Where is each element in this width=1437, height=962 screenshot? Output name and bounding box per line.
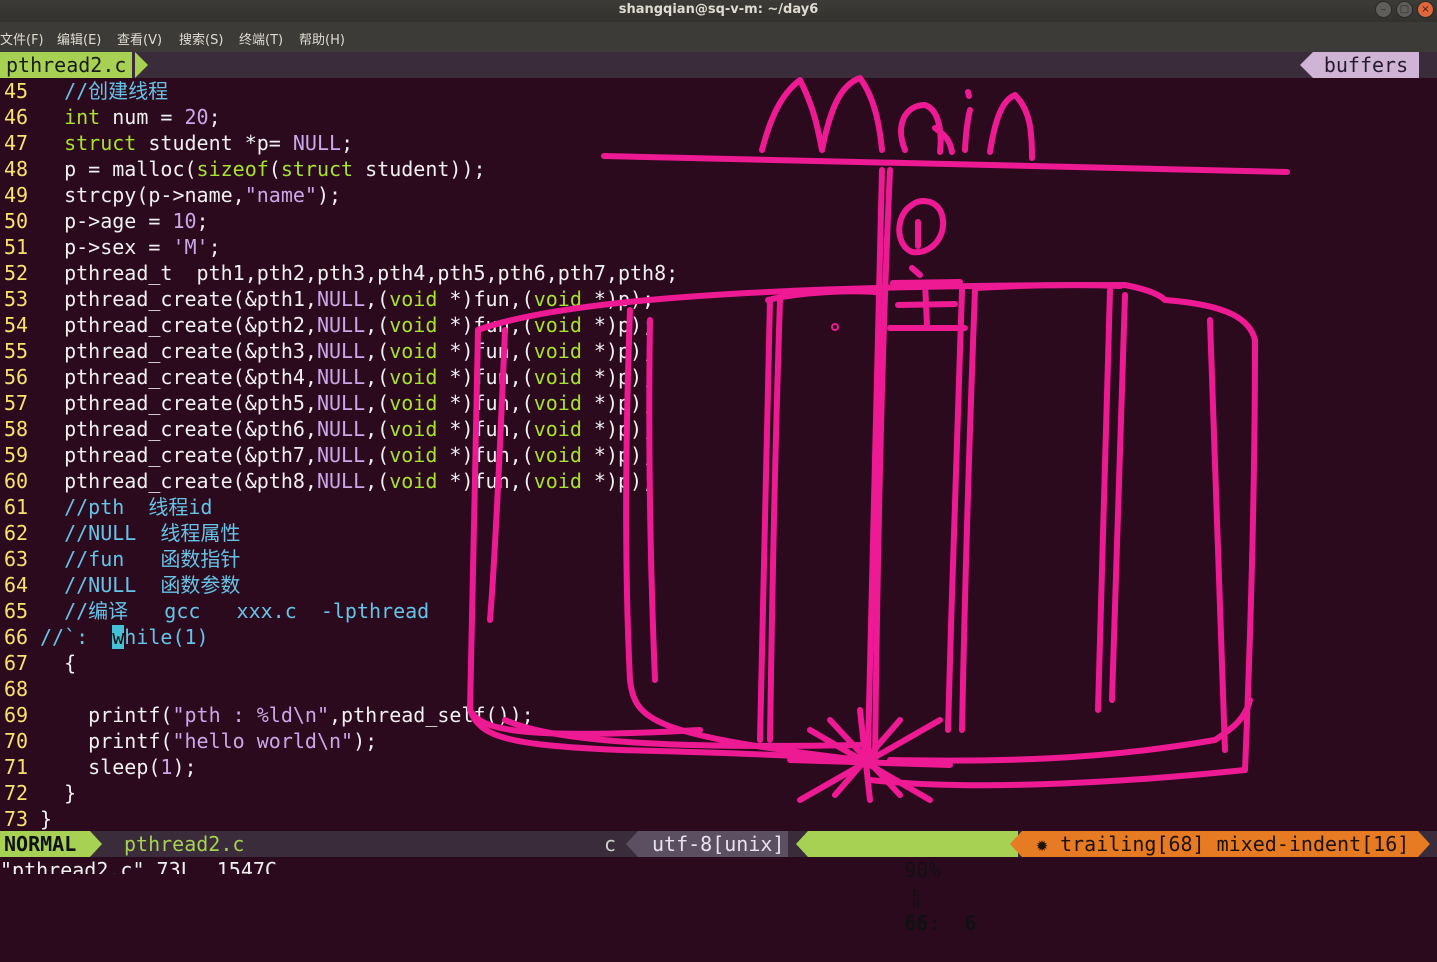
line-number: 63 [4,547,29,571]
code-text: pthread_create(&pth6,NULL,(void *)fun,(v… [40,417,655,441]
separator-arrow-icon [1418,831,1430,857]
line-number: 47 [4,131,29,155]
line-number: 66 [4,625,29,649]
line-number: 72 [4,781,29,805]
line-number: 70 [4,729,29,753]
menu-help[interactable]: 帮助(H) [299,29,345,48]
code-text: pthread_create(&pth4,NULL,(void *)fun,(v… [40,365,655,389]
code-text: //编译 gcc xxx.c -lpthread [64,599,430,623]
line-number: 46 [4,105,29,129]
code-text: //NULL 函数参数 [64,573,241,597]
minimize-icon[interactable]: – [1375,1,1392,18]
line-number: 67 [4,651,29,675]
line-number: 53 [4,287,29,311]
close-icon[interactable]: × [1417,1,1434,18]
line-number: 49 [4,183,29,207]
code-text: printf("pth : %ld\n",pthread_self()); [40,703,534,727]
line-number: 69 [4,703,29,727]
line-number: 52 [4,261,29,285]
code-text: //fun 函数指针 [64,547,241,571]
line-number: 59 [4,443,29,467]
line-number: 64 [4,573,29,597]
line-number: 54 [4,313,29,337]
line-number: 58 [4,417,29,441]
code-text: //创建线程 [64,79,169,103]
mode-indicator: NORMAL [0,831,90,857]
code-text: pthread_create(&pth2,NULL,(void *)fun,(v… [40,313,655,337]
buffer-tab-active[interactable]: pthread2.c [0,52,133,78]
buffer-line: pthread2.c buffers [0,52,1437,78]
status-line-col: 66: 6 [904,910,977,935]
line-number: 73 [4,807,29,831]
status-position: 90% ŁN 66: 6 [808,831,1018,935]
separator-arrow-icon [796,831,808,857]
line-number: 65 [4,599,29,623]
separator-arrow-icon [1010,831,1022,857]
line-number: 45 [4,79,29,103]
code-text: //pth 线程id [64,495,213,519]
status-encoding: utf-8[unix] [638,831,788,857]
line-number: 56 [4,365,29,389]
code-text: pthread_create(&pth1,NULL,(void *)fun,(v… [40,287,655,311]
buffers-label: buffers [1313,52,1419,78]
code-text: int num = 20; [64,105,221,129]
code-text: pthread_t pth1,pth2,pth3,pth4,pth5,pth6,… [40,261,679,285]
line-number: 55 [4,339,29,363]
line-number: 68 [4,677,29,701]
menu-file[interactable]: 文件(F) [0,29,44,48]
code-text: { [40,651,77,675]
line-number: 71 [4,755,29,779]
line-number: 50 [4,209,29,233]
code-text: pthread_create(&pth7,NULL,(void *)fun,(v… [40,443,655,467]
window-title: shangqian@sq-v-m: ~/day6 [618,2,819,17]
status-filename: pthread2.c [124,832,245,856]
code-text: } [40,781,77,805]
code-text: pthread_create(&pth8,NULL,(void *)fun,(v… [40,469,655,493]
separator-arrow-icon [135,52,148,78]
separator-arrow-icon [1300,52,1313,78]
line-number: 57 [4,391,29,415]
menu-search[interactable]: 搜索(S) [179,29,223,48]
text-cursor: w [112,625,125,649]
menu-bar: 文件(F) 编辑(E) 查看(V) 搜索(S) 终端(T) 帮助(H) [0,22,1437,52]
menu-view[interactable]: 查看(V) [117,29,162,48]
window-titlebar: shangqian@sq-v-m: ~/day6 – □ × [0,0,1437,22]
code-text: printf("hello world\n"); [40,729,378,753]
code-text: p->age = 10; [40,209,209,233]
line-number: 62 [4,521,29,545]
line-number: 61 [4,495,29,519]
code-text: p->sex = 'M'; [40,235,221,259]
menu-edit[interactable]: 编辑(E) [57,29,101,48]
code-text: p = malloc(sizeof(struct student)); [40,157,486,181]
line-number: 60 [4,469,29,493]
separator-arrow-icon [90,831,102,857]
code-text: //NULL 线程属性 [64,521,241,545]
maximize-icon[interactable]: □ [1396,1,1413,18]
code-text: pthread_create(&pth3,NULL,(void *)fun,(v… [40,339,655,363]
command-line[interactable]: "pthread2.c" 73L, 1547C [0,857,277,874]
line-number: 51 [4,235,29,259]
code-text: struct student *p= NULL; [64,131,354,155]
terminal-area[interactable]: pthread2.c buffers 45 //创建线程 46 int num =… [0,52,1437,935]
code-text: sleep(1); [40,755,197,779]
code-text: } [40,807,53,831]
separator-arrow-icon [626,831,638,857]
line-number: 48 [4,157,29,181]
line-number-icon: ŁN [912,884,920,911]
code-text: //`: while(1) [40,625,209,649]
status-filetype: c [604,832,617,856]
menu-terminal[interactable]: 终端(T) [239,29,283,48]
status-percent: 90% [904,858,941,882]
code-text: strcpy(p->name,"name"); [40,183,342,207]
code-text: pthread_create(&pth5,NULL,(void *)fun,(v… [40,391,655,415]
status-warnings: ✹ trailing[68] mixed-indent[16] [1022,831,1418,857]
status-line: NORMAL pthread2.c c utf-8[unix] 90% ŁN 6… [0,831,1437,935]
